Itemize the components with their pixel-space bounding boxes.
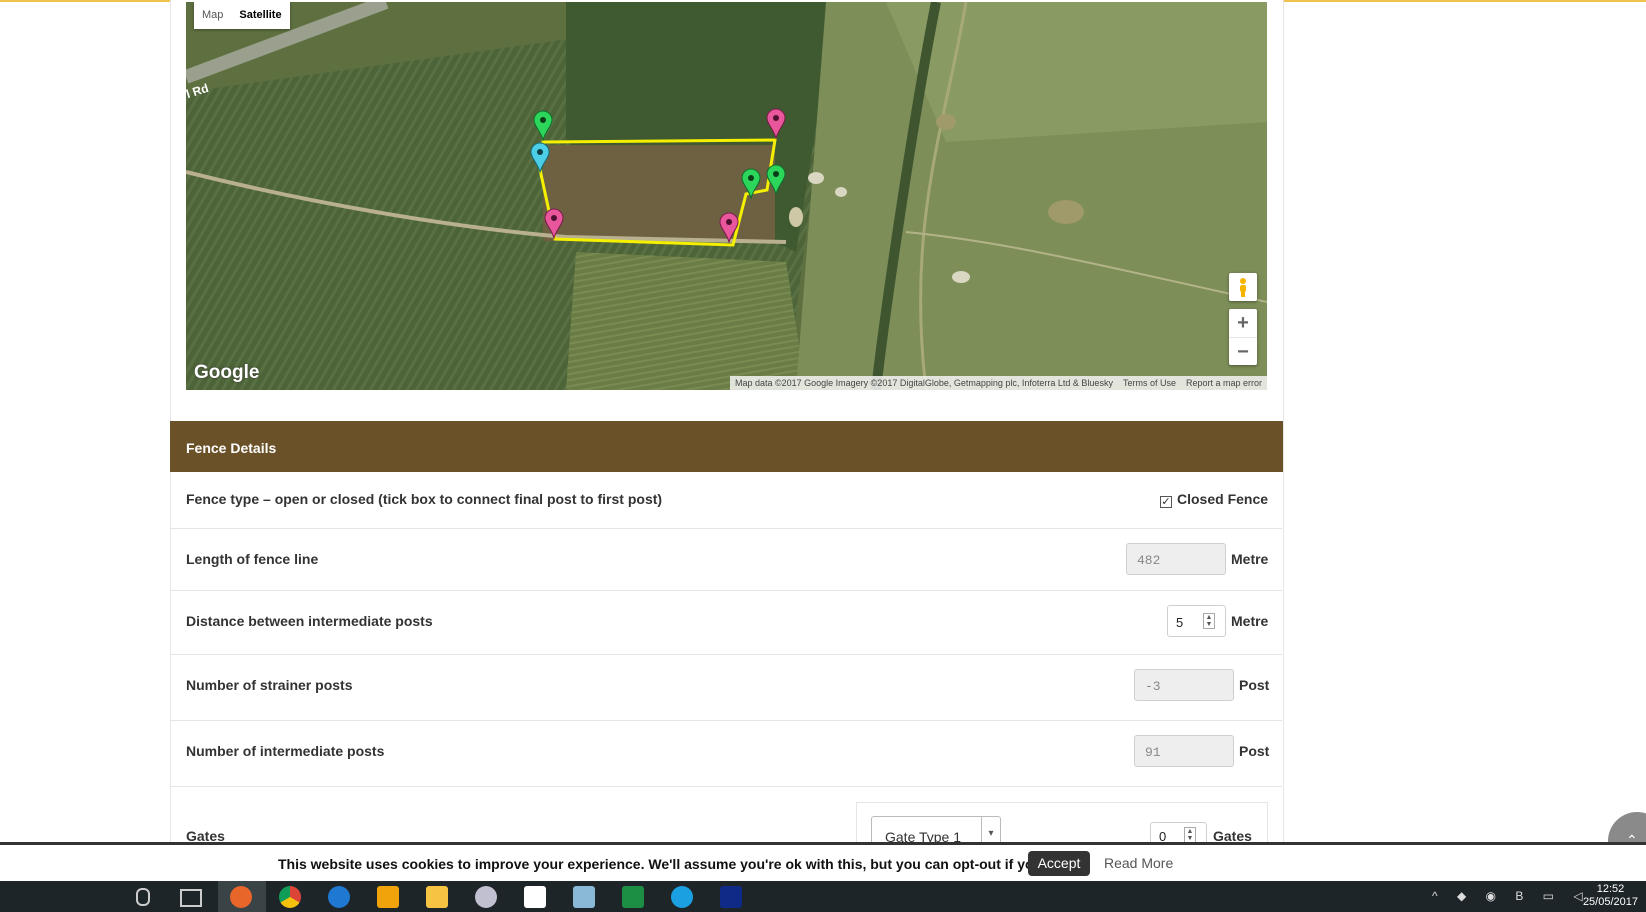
marker-green-2[interactable] [741,168,761,200]
clock-date: 25/05/2017 [1582,896,1638,908]
strainer-posts-input[interactable]: -3 [1134,669,1234,701]
closed-fence-checkbox[interactable]: ✓ [1160,496,1172,508]
windows-taskbar: ^ ◆ ◉ B ▭ ◁ 12:52 25/05/2017 [0,881,1646,912]
cookie-accept-button[interactable]: Accept [1028,851,1090,876]
street-view-pegman-icon[interactable] [1229,273,1257,301]
fence-type-label: Fence type – open or closed (tick box to… [186,491,663,507]
map-markers [530,108,786,244]
google-logo: Google [194,362,260,383]
notepad-icon[interactable] [573,886,595,908]
fence-length-unit: Metre [1231,551,1269,567]
satellite-map[interactable]: Map Satellite l Rd + − Google Map data ©… [186,2,1267,390]
intermediate-posts-unit: Post [1239,743,1270,759]
snipping-tool-icon[interactable] [475,886,497,908]
system-tray-icons[interactable]: ^ ◆ ◉ B ▭ ◁ [1432,889,1591,903]
cookie-message: This website uses cookies to improve you… [278,856,1082,872]
microphone-icon[interactable] [136,888,150,906]
strainer-posts-label: Number of strainer posts [186,677,353,693]
stocks-icon[interactable] [720,886,742,908]
terms-of-use-link[interactable]: Terms of Use [1118,378,1181,388]
post-distance-input[interactable]: 5 ▲ ▼ [1167,605,1226,637]
marker-pink-1[interactable] [766,108,786,140]
zoom-control: + − [1229,309,1257,365]
map-data-text: Map data ©2017 Google Imagery ©2017 Digi… [734,378,1113,388]
clock-time: 12:52 [1596,883,1625,895]
fence-details-header: Fence Details [170,421,1283,472]
clock[interactable]: 12:52 25/05/2017 [1583,883,1638,909]
zoom-in-button[interactable]: + [1229,309,1257,338]
strainer-posts-row: Number of strainer posts -3 Post [171,655,1282,721]
intermediate-posts-row: Number of intermediate posts 91 Post [171,721,1282,787]
intermediate-posts-label: Number of intermediate posts [186,743,385,759]
firefox-icon[interactable] [230,886,252,908]
outlook-icon[interactable] [377,886,399,908]
fence-length-input[interactable]: 482 [1126,543,1226,575]
fence-length-row: Length of fence line 482 Metre [171,529,1282,591]
cookie-consent-bar: This website uses cookies to improve you… [0,842,1646,881]
edge-icon[interactable] [328,886,350,908]
post-distance-unit: Metre [1231,613,1269,629]
marker-pink-2[interactable] [544,208,564,240]
post-distance-spinner[interactable]: ▲ ▼ [1203,613,1215,629]
post-distance-label: Distance between intermediate posts [186,613,433,629]
post-distance-value: 5 [1176,615,1184,630]
fence-length-label: Length of fence line [186,551,319,567]
store-icon[interactable] [524,886,546,908]
closed-fence-label: Closed Fence [1177,491,1269,507]
marker-green-1[interactable] [533,110,553,142]
cookie-read-more-link[interactable]: Read More [1104,855,1173,871]
intermediate-posts-input[interactable]: 91 [1134,735,1234,767]
fence-type-row: Fence type – open or closed (tick box to… [171,472,1282,529]
skype-icon[interactable] [671,886,693,908]
zoom-out-button[interactable]: − [1229,338,1257,366]
file-explorer-icon[interactable] [426,886,448,908]
strainer-posts-unit: Post [1239,677,1270,693]
marker-pink-3[interactable] [719,212,739,244]
post-distance-row: Distance between intermediate posts 5 ▲ ▼… [171,591,1282,655]
task-view-icon[interactable] [180,889,202,907]
marker-green-3[interactable] [766,164,786,196]
map-attribution: Map data ©2017 Google Imagery ©2017 Digi… [729,376,1267,390]
marker-cyan-1[interactable] [530,142,550,174]
chrome-icon[interactable] [279,886,301,908]
report-map-error-link[interactable]: Report a map error [1181,378,1267,388]
excel-icon[interactable] [622,886,644,908]
gate-count-spinner[interactable]: ▲ ▼ [1184,827,1196,843]
